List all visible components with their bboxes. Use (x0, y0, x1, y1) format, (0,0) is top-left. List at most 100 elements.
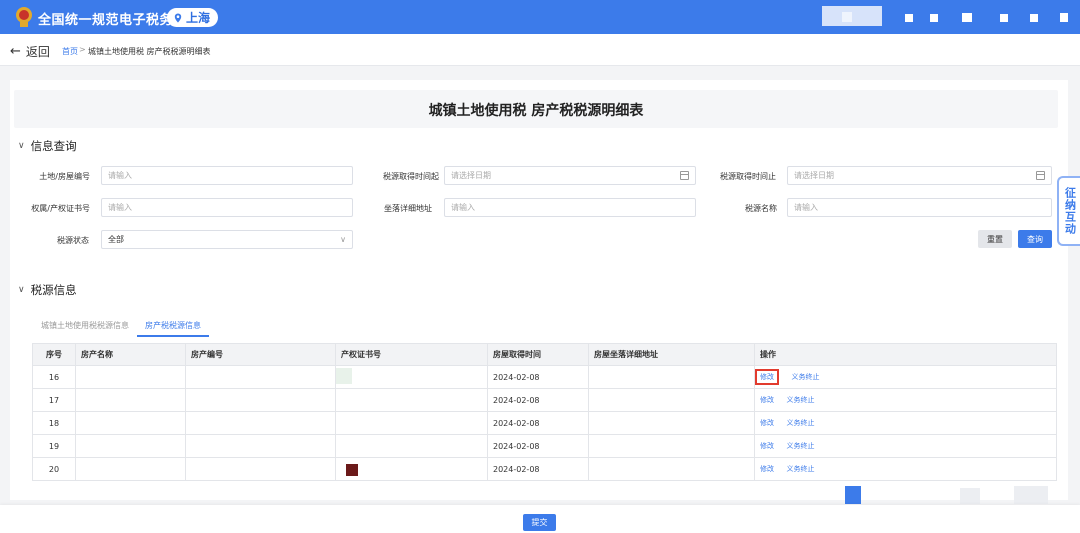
submit-button[interactable]: 提交 (523, 514, 556, 531)
table-row: 18 2024-02-08 修改 义务终止 (32, 411, 1057, 435)
table-row: 19 2024-02-08 修改 义务终止 (32, 434, 1057, 458)
address-cell (588, 365, 755, 389)
column-header: 房产编号 (185, 343, 336, 366)
redacted-area (930, 14, 938, 22)
edit-link[interactable]: 修改 (755, 369, 779, 385)
column-header: 房屋取得时间 (487, 343, 589, 366)
calendar-icon (1036, 171, 1045, 180)
tab-land-use-tax[interactable]: 城镇土地使用税税源信息 (41, 320, 129, 331)
source-name-label: 税源名称 (745, 204, 777, 213)
property-id-cell (185, 434, 336, 458)
row-number: 20 (32, 457, 76, 481)
scrollbar-fragment (960, 488, 980, 504)
certificate-cell (335, 365, 488, 389)
address-cell (588, 388, 755, 412)
certificate-cell (335, 388, 488, 412)
property-name-cell (75, 457, 186, 481)
edit-link[interactable]: 修改 (760, 419, 774, 427)
breadcrumb-current: 城镇土地使用税 房产税税源明细表 (88, 47, 211, 56)
terminate-link[interactable]: 义务终止 (787, 396, 815, 404)
edit-link[interactable]: 修改 (760, 396, 774, 404)
acquire-date-cell: 2024-02-08 (487, 434, 589, 458)
source-section-toggle[interactable]: ∨ 税源信息 (18, 282, 77, 298)
actions-cell: 修改 义务终止 (754, 365, 1057, 389)
page-title: 城镇土地使用税 房产税税源明细表 (428, 103, 644, 119)
acquire-date-cell: 2024-02-08 (487, 365, 589, 389)
back-button[interactable]: ← 返回 (10, 43, 50, 60)
row-number: 19 (32, 434, 76, 458)
source-name-input[interactable]: 请输入 (787, 198, 1052, 217)
certificate-cell (335, 434, 488, 458)
breadcrumb-bar: ← 返回 首页 > 城镇土地使用税 房产税税源明细表 (0, 34, 1080, 66)
query-section-title: 信息查询 (30, 139, 77, 153)
table-row: 16 2024-02-08 修改 义务终止 (32, 365, 1057, 389)
land-no-input[interactable]: 请输入 (101, 166, 353, 185)
table-row: 20 2024-02-08 修改 义务终止 (32, 457, 1057, 481)
property-name-cell (75, 365, 186, 389)
top-navbar: 全国统一规范电子税务局 上海 (0, 0, 1080, 34)
search-button[interactable]: 查询 (1018, 230, 1052, 248)
property-name-cell (75, 434, 186, 458)
edit-link[interactable]: 修改 (760, 465, 774, 473)
source-section-title: 税源信息 (30, 283, 77, 297)
acq-end-datepicker[interactable]: 请选择日期 (787, 166, 1052, 185)
region-selector[interactable]: 上海 (167, 8, 219, 27)
redacted-area (842, 12, 852, 22)
redacted-area (1030, 14, 1038, 22)
chevron-down-icon: ∨ (18, 285, 25, 295)
address-cell (588, 457, 755, 481)
cert-no-label: 权属/产权证书号 (31, 204, 90, 213)
arrow-left-icon: ← (10, 44, 21, 59)
acquire-date-cell: 2024-02-08 (487, 411, 589, 435)
cert-no-input[interactable]: 请输入 (101, 198, 353, 217)
certificate-cell (335, 457, 488, 481)
location-pin-icon (174, 13, 182, 22)
redacted-area (1060, 13, 1068, 22)
edit-link[interactable]: 修改 (760, 442, 774, 450)
acq-start-datepicker[interactable]: 请选择日期 (444, 166, 696, 185)
scrollbar-fragment (1014, 486, 1048, 504)
property-name-cell (75, 411, 186, 435)
actions-cell: 修改 义务终止 (754, 434, 1057, 458)
interaction-float-button[interactable]: 征纳互动 (1057, 176, 1080, 246)
column-header: 房屋坐落详细地址 (588, 343, 755, 366)
tax-emblem-icon (16, 7, 32, 27)
redacted-area (346, 464, 358, 476)
redacted-area (336, 368, 352, 384)
terminate-link[interactable]: 义务终止 (787, 419, 815, 427)
acq-end-label: 税源取得时间止 (720, 172, 776, 181)
reset-button[interactable]: 重置 (978, 230, 1012, 248)
land-no-label: 土地/房屋编号 (39, 172, 90, 181)
property-id-cell (185, 365, 336, 389)
back-label: 返回 (25, 45, 50, 59)
breadcrumb-home-link[interactable]: 首页 (62, 46, 78, 57)
property-tax-table: 序号 房产名称 房产编号 产权证书号 房屋取得时间 房屋坐落详细地址 操作 16… (32, 343, 1057, 481)
redacted-area (822, 6, 882, 26)
chevron-down-icon: ∨ (340, 235, 346, 244)
row-number: 18 (32, 411, 76, 435)
address-cell (588, 411, 755, 435)
app-title: 全国统一规范电子税务局 (38, 13, 187, 28)
query-section-toggle[interactable]: ∨ 信息查询 (18, 138, 77, 154)
redacted-area (1000, 14, 1008, 22)
actions-cell: 修改 义务终止 (754, 388, 1057, 412)
certificate-cell (335, 411, 488, 435)
terminate-link[interactable]: 义务终止 (792, 373, 820, 381)
tab-property-tax[interactable]: 房产税税源信息 (145, 320, 201, 331)
address-cell (588, 434, 755, 458)
address-input[interactable]: 请输入 (444, 198, 696, 217)
interaction-float-label: 征纳互动 (1063, 187, 1077, 235)
property-id-cell (185, 457, 336, 481)
chevron-down-icon: ∨ (18, 141, 25, 151)
terminate-link[interactable]: 义务终止 (787, 465, 815, 473)
column-header: 产权证书号 (335, 343, 488, 366)
acquire-date-cell: 2024-02-08 (487, 388, 589, 412)
terminate-link[interactable]: 义务终止 (787, 442, 815, 450)
column-header: 操作 (754, 343, 1057, 366)
breadcrumb-separator: > (79, 45, 86, 54)
column-header: 序号 (32, 343, 76, 366)
row-number: 17 (32, 388, 76, 412)
status-select[interactable]: 全部 ∨ (101, 230, 353, 249)
address-label: 坐落详细地址 (384, 204, 432, 213)
table-row: 17 2024-02-08 修改 义务终止 (32, 388, 1057, 412)
